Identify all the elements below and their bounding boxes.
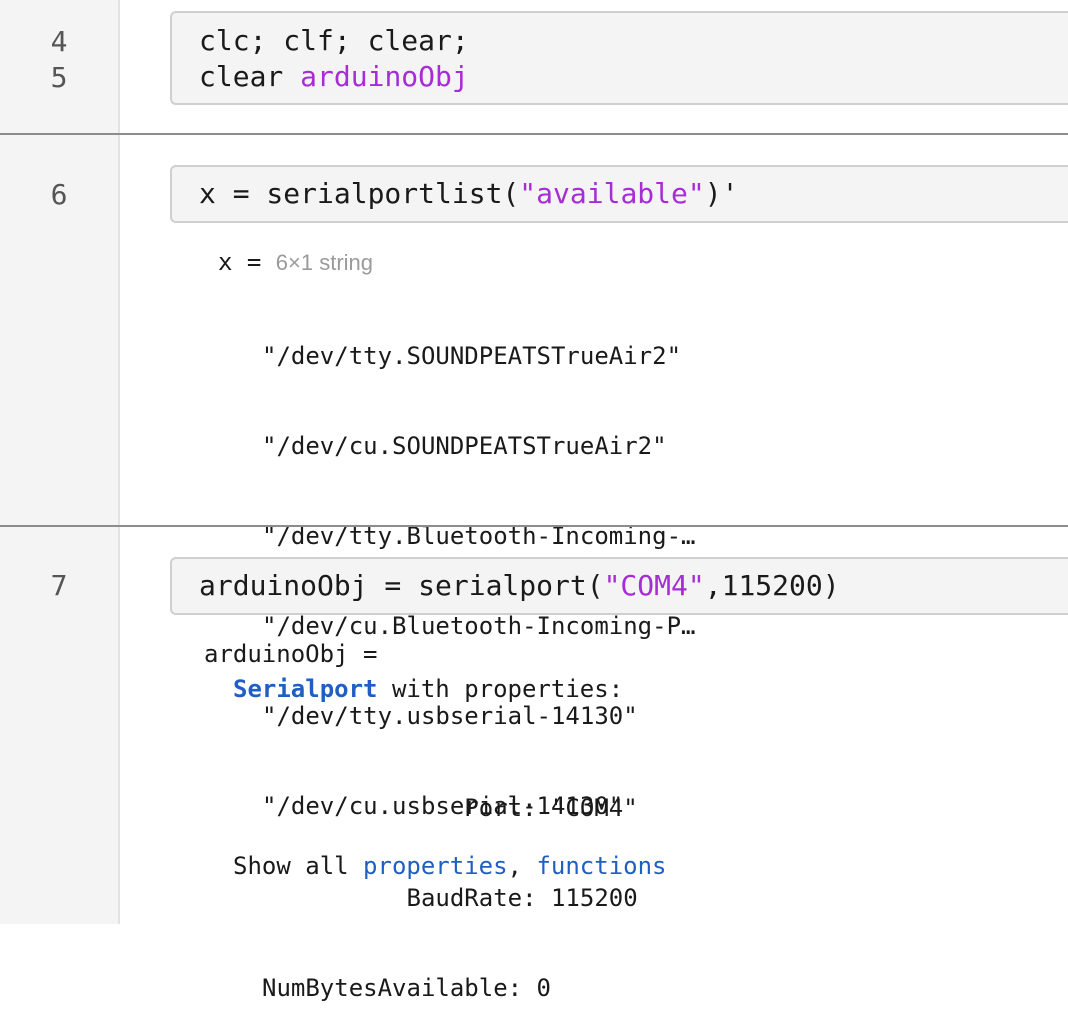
section-divider-2 (0, 525, 1068, 527)
link-separator: , (507, 852, 537, 880)
line-number-6: 6 (50, 178, 68, 211)
output-value-row: "/dev/cu.SOUNDPEATSTrueAir2" (262, 432, 667, 460)
property-row-numbytes: NumBytesAvailable: 0 (262, 973, 638, 1003)
property-label: BaudRate: (262, 884, 551, 912)
line-number-4: 4 (50, 25, 68, 58)
show-all-text: Show all (233, 852, 364, 880)
code-line-4: clc; clf; clear; (199, 24, 469, 57)
functions-link[interactable]: functions (536, 852, 666, 880)
output-arduinoobj-header: arduinoObj = (204, 640, 378, 668)
code-string-available: "available" (519, 177, 705, 210)
line-number-gutter (0, 0, 120, 924)
output-class-suffix: with properties: (377, 675, 624, 703)
code-var-arduinoobj: arduinoObj (300, 60, 469, 93)
output-value-row: "/dev/tty.usbserial-14130" (262, 702, 638, 730)
output-x-header: x = 6×1 string (218, 247, 373, 278)
property-row-port: Port: "COM4" (262, 793, 638, 823)
output-properties: Port: "COM4" BaudRate: 115200 NumBytesAv… (262, 733, 638, 1033)
code-serialportlist-call: x = serialportlist( (199, 177, 520, 210)
code-suffix: )' (704, 177, 739, 210)
code-keyword-clear: clear (199, 60, 301, 93)
property-label: Port: (262, 794, 551, 822)
show-all-line: Show all properties, functions (233, 851, 667, 881)
code-suffix: ,115200) (704, 569, 840, 602)
line-number-7: 7 (50, 569, 68, 602)
property-value: 0 (536, 974, 551, 1002)
property-row-baudrate: BaudRate: 115200 (262, 883, 638, 913)
code-cell-3[interactable]: arduinoObj = serialport("COM4",115200) (170, 557, 1068, 615)
code-cell-2[interactable]: x = serialportlist("available")' (170, 165, 1068, 223)
output-type-meta: 6×1 string (275, 250, 374, 275)
property-value: 115200 (550, 884, 638, 912)
code-serialport-call: arduinoObj = serialport( (199, 569, 604, 602)
code-line-6: x = serialportlist("available")' (199, 176, 1068, 212)
code-line-5: clear arduinoObj (199, 59, 1068, 95)
properties-link[interactable]: properties (363, 852, 508, 880)
output-value-row: "/dev/tty.SOUNDPEATSTrueAir2" (262, 342, 682, 370)
code-cell-1[interactable]: clc; clf; clear; clear arduinoObj (170, 11, 1068, 105)
serialport-class-link[interactable]: Serialport (233, 675, 378, 703)
output-class-line: Serialport with properties: (233, 674, 623, 704)
property-value: "COM4" (550, 794, 638, 822)
property-label: NumBytesAvailable: (262, 974, 537, 1002)
output-var-label: x = (218, 248, 276, 276)
code-line-7: arduinoObj = serialport("COM4",115200) (199, 568, 1068, 604)
section-divider-1 (0, 133, 1068, 135)
output-value-row: "/dev/cu.Bluetooth-Incoming-P… (262, 612, 696, 640)
line-number-5: 5 (50, 61, 68, 94)
code-string-com4: "COM4" (603, 569, 705, 602)
